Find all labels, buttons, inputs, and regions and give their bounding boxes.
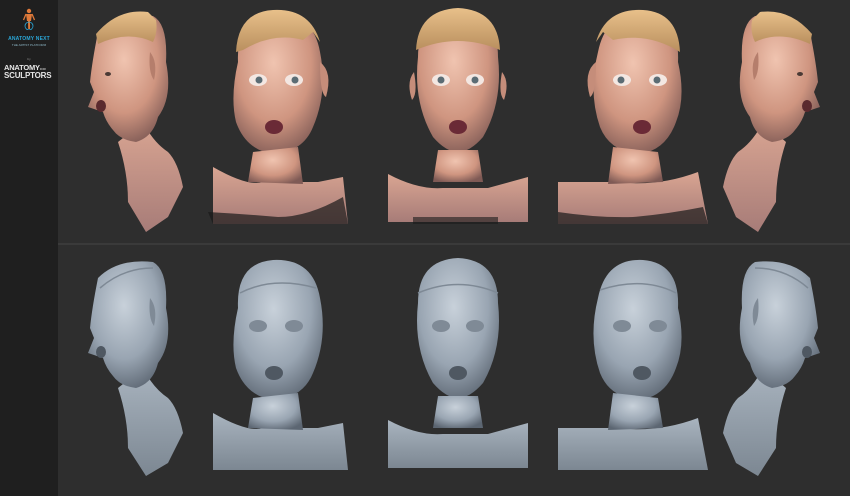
logo-primary-text: ANATOMY NEXT xyxy=(8,36,50,42)
anatomy-next-logo[interactable]: ANATOMY NEXT THE ARTIST PLATFORM xyxy=(0,8,58,47)
clay-three-quarter-right xyxy=(213,259,348,470)
clay-sculpt-row xyxy=(58,248,850,488)
scan-three-quarter-left xyxy=(558,9,708,224)
row-divider xyxy=(58,243,850,245)
anatomy-figure-icon xyxy=(22,8,36,31)
textured-scan-row xyxy=(58,2,850,242)
by-text: by xyxy=(27,57,31,61)
scan-front xyxy=(388,8,528,224)
sidebar: ANATOMY NEXT THE ARTIST PLATFORM by ANAT… xyxy=(0,0,58,496)
anatomy-for-sculptors-logo[interactable]: ANATOMYFOR SCULPTORS xyxy=(4,64,56,80)
clay-three-quarter-left xyxy=(558,259,708,470)
logo-primary-tagline: THE ARTIST PLATFORM xyxy=(11,43,47,47)
logo-secondary-line2: SCULPTORS xyxy=(4,70,52,80)
clay-right-profile xyxy=(723,261,820,476)
scan-left-profile xyxy=(88,11,183,232)
scan-three-quarter-right xyxy=(208,9,348,224)
clay-front xyxy=(388,258,528,468)
scan-right-profile xyxy=(723,11,820,232)
clay-left-profile xyxy=(88,261,183,476)
